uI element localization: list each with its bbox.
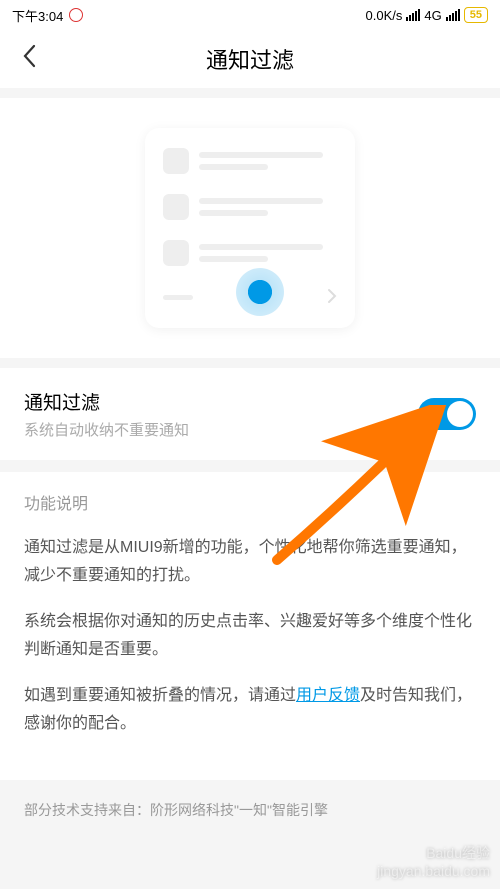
page-title: 通知过滤 <box>206 43 294 75</box>
notification-filter-setting: 通知过滤 系统自动收纳不重要通知 <box>0 368 500 460</box>
status-right: 0.0K/s 4G 55 <box>366 7 488 23</box>
page-header: 通知过滤 <box>0 30 500 88</box>
description-para-2: 系统会根据你对通知的历史点击率、兴趣爱好等多个维度个性化判断通知是否重要。 <box>24 608 476 664</box>
watermark-brand: Baidu经验 <box>377 843 490 863</box>
signal-icon <box>406 9 420 21</box>
status-time: 下午3:04 <box>12 6 63 25</box>
footer-credits: 部分技术支持来自：阶形网络科技"一知"智能引擎 <box>0 780 500 840</box>
notification-filter-toggle[interactable] <box>418 398 476 430</box>
illustration-container <box>0 98 500 358</box>
status-bar: 下午3:04 0.0K/s 4G 55 <box>0 0 500 30</box>
watermark-url: jingyan.baidu.com <box>377 863 490 879</box>
notification-app-icon <box>69 8 83 22</box>
setting-subtitle: 系统自动收纳不重要通知 <box>24 419 189 440</box>
network-type: 4G <box>424 8 441 23</box>
signal-icon-2 <box>446 9 460 21</box>
description-para-1: 通知过滤是从MIUI9新增的功能，个性化地帮你筛选重要通知，减少不重要通知的打扰… <box>24 534 476 590</box>
setting-title: 通知过滤 <box>24 388 189 415</box>
watermark: Baidu经验 jingyan.baidu.com <box>377 843 490 879</box>
section-header-description: 功能说明 <box>0 472 500 524</box>
status-left: 下午3:04 <box>12 6 83 25</box>
chevron-right-icon <box>327 284 337 310</box>
illustration-highlight-icon <box>236 268 284 316</box>
feature-description: 通知过滤是从MIUI9新增的功能，个性化地帮你筛选重要通知，减少不重要通知的打扰… <box>0 524 500 780</box>
back-button[interactable] <box>20 42 38 77</box>
user-feedback-link[interactable]: 用户反馈 <box>296 687 360 704</box>
feature-illustration <box>145 128 355 328</box>
description-para-3: 如遇到重要通知被折叠的情况，请通过用户反馈及时告知我们，感谢你的配合。 <box>24 682 476 738</box>
network-speed: 0.0K/s <box>366 8 403 23</box>
battery-icon: 55 <box>464 7 488 23</box>
